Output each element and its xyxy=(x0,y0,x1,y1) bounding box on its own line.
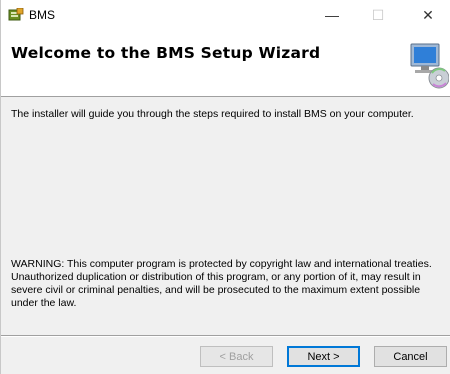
setup-wizard-window: BMS — ☐ ✕ Welcome to the BMS Setup Wizar… xyxy=(0,0,450,374)
maximize-button[interactable]: ☐ xyxy=(355,0,401,30)
installer-app-icon xyxy=(8,7,24,22)
next-button[interactable]: Next > xyxy=(287,346,360,367)
back-button[interactable]: < Back xyxy=(200,346,273,367)
wizard-title: Welcome to the BMS Setup Wizard xyxy=(11,44,321,62)
minimize-button[interactable]: — xyxy=(309,0,355,30)
close-button[interactable]: ✕ xyxy=(405,0,450,30)
close-icon: ✕ xyxy=(422,6,434,23)
button-separator xyxy=(1,335,450,337)
minimize-icon: — xyxy=(325,7,339,23)
cancel-button[interactable]: Cancel xyxy=(374,346,447,367)
wizard-banner: Welcome to the BMS Setup Wizard xyxy=(1,30,450,97)
intro-text: The installer will guide you through the… xyxy=(11,108,414,120)
window-title: BMS xyxy=(29,8,56,22)
title-bar[interactable]: BMS — ☐ ✕ xyxy=(1,0,450,30)
maximize-icon: ☐ xyxy=(371,6,385,23)
computer-cd-icon xyxy=(405,40,450,90)
copyright-warning: WARNING: This computer program is protec… xyxy=(11,258,432,309)
